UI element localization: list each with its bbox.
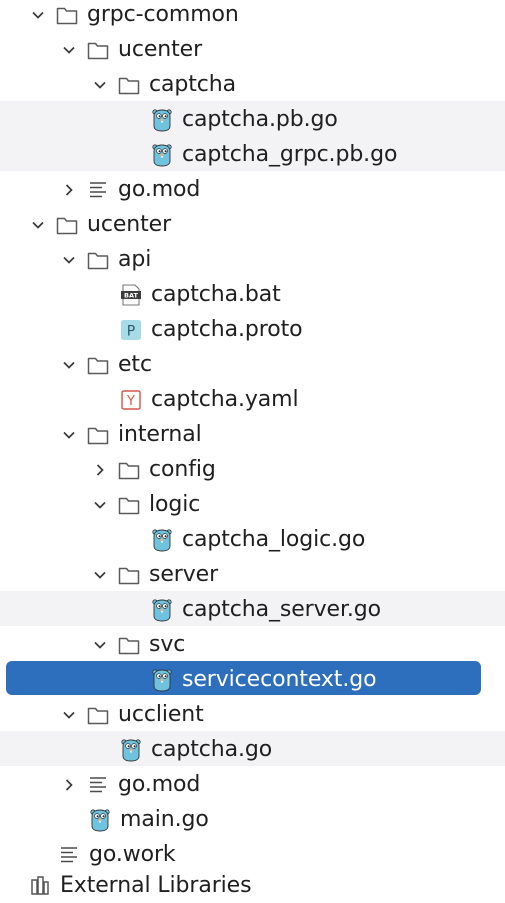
tree-item-label: ucclient: [118, 702, 204, 727]
tree-item[interactable]: ucenter: [59, 32, 202, 67]
tree-item-label: main.go: [120, 807, 209, 832]
folder-icon: [117, 73, 141, 97]
chevron-right-icon[interactable]: [90, 460, 110, 480]
tree-item-label: captcha.proto: [151, 317, 303, 342]
chevron-down-icon[interactable]: [90, 495, 110, 515]
tree-item-label: captcha.pb.go: [182, 107, 338, 132]
chevron-down-icon[interactable]: [59, 705, 79, 725]
folder-icon: [117, 493, 141, 517]
tree-item-label: api: [118, 247, 152, 272]
gopher-icon: [150, 668, 174, 692]
chevron-down-icon[interactable]: [59, 425, 79, 445]
tree-item-label: captcha_grpc.pb.go: [182, 142, 398, 167]
tree-item[interactable]: captcha_server.go: [150, 592, 381, 627]
chevron-down-icon[interactable]: [59, 250, 79, 270]
yaml-file-icon: Y: [119, 388, 143, 412]
chevron-right-icon[interactable]: [59, 775, 79, 795]
tree-item[interactable]: svc: [90, 627, 185, 662]
gopher-icon: [119, 738, 143, 762]
tree-item[interactable]: servicecontext.go: [150, 662, 377, 697]
tree-item-label: captcha.bat: [151, 282, 281, 307]
tree-item-label: captcha_logic.go: [182, 527, 366, 552]
tree-item[interactable]: config: [90, 452, 216, 487]
svg-text:P: P: [127, 323, 135, 339]
tree-item-label: captcha.go: [151, 737, 273, 762]
tree-item[interactable]: etc: [59, 347, 152, 382]
tree-item[interactable]: captcha.pb.go: [150, 102, 338, 137]
chevron-down-icon[interactable]: [90, 75, 110, 95]
gopher-icon: [88, 808, 112, 832]
tree-item-label: server: [149, 562, 219, 587]
module-file-icon: [86, 773, 110, 797]
tree-item[interactable]: captcha_logic.go: [150, 522, 365, 557]
tree-item-label: captcha_server.go: [182, 597, 382, 622]
tree-item-label: go.mod: [118, 772, 201, 797]
gopher-icon: [150, 143, 174, 167]
tree-item[interactable]: go.mod: [59, 172, 200, 207]
chevron-down-icon[interactable]: [90, 565, 110, 585]
svg-text:BAT: BAT: [124, 291, 138, 299]
tree-item-label: etc: [118, 352, 152, 377]
folder-icon: [86, 353, 110, 377]
tree-item[interactable]: captcha.go: [119, 732, 272, 767]
tree-item-label: internal: [118, 422, 202, 447]
folder-icon: [86, 248, 110, 272]
chevron-down-icon[interactable]: [59, 355, 79, 375]
folder-icon: [86, 423, 110, 447]
folder-icon: [86, 703, 110, 727]
tree-item-label: captcha.yaml: [151, 387, 299, 412]
module-file-icon: [86, 178, 110, 202]
chevron-right-icon[interactable]: [59, 180, 79, 200]
tree-item[interactable]: go.mod: [59, 767, 200, 802]
tree-item[interactable]: server: [90, 557, 218, 592]
chevron-down-icon[interactable]: [28, 5, 48, 25]
external-libraries-item[interactable]: External Libraries: [28, 870, 252, 900]
work-file-icon: [57, 843, 81, 867]
gopher-icon: [150, 108, 174, 132]
tree-item-label: ucenter: [118, 37, 203, 62]
folder-icon: [86, 38, 110, 62]
tree-item-label: go.mod: [118, 177, 201, 202]
chevron-down-icon[interactable]: [90, 635, 110, 655]
proto-file-icon: P: [119, 318, 143, 342]
tree-item-label: config: [149, 457, 216, 482]
tree-item[interactable]: main.go: [88, 802, 209, 837]
tree-item-label: grpc-common: [87, 2, 239, 27]
folder-icon: [55, 3, 79, 27]
tree-item[interactable]: grpc-common: [28, 0, 239, 32]
tree-item[interactable]: api: [59, 242, 151, 277]
tree-item[interactable]: Ycaptcha.yaml: [119, 382, 299, 417]
tree-item[interactable]: captcha_grpc.pb.go: [150, 137, 397, 172]
tree-item[interactable]: BAT captcha.bat: [119, 277, 281, 312]
project-tree: grpc-common ucenter captcha captcha.pb.go ca…: [0, 0, 505, 886]
tree-item[interactable]: captcha: [90, 67, 236, 102]
tree-item[interactable]: internal: [59, 417, 202, 452]
chevron-down-icon[interactable]: [59, 40, 79, 60]
tree-item-label: ucenter: [87, 212, 172, 237]
tree-item[interactable]: Pcaptcha.proto: [119, 312, 303, 347]
folder-icon: [117, 563, 141, 587]
tree-item[interactable]: ucclient: [59, 697, 204, 732]
folder-icon: [55, 213, 79, 237]
tree-item-label: svc: [149, 632, 186, 657]
library-icon: [28, 873, 52, 897]
folder-icon: [117, 458, 141, 482]
tree-item[interactable]: logic: [90, 487, 200, 522]
gopher-icon: [150, 528, 174, 552]
tree-item[interactable]: ucenter: [28, 207, 171, 242]
svg-text:Y: Y: [126, 394, 135, 409]
tree-item-label: logic: [149, 492, 201, 517]
tree-item-label: captcha: [149, 72, 236, 97]
chevron-down-icon[interactable]: [28, 215, 48, 235]
folder-icon: [117, 633, 141, 657]
external-libraries-label: External Libraries: [60, 872, 252, 898]
bat-file-icon: BAT: [119, 283, 143, 307]
tree-item-label: servicecontext.go: [182, 667, 377, 692]
gopher-icon: [150, 598, 174, 622]
